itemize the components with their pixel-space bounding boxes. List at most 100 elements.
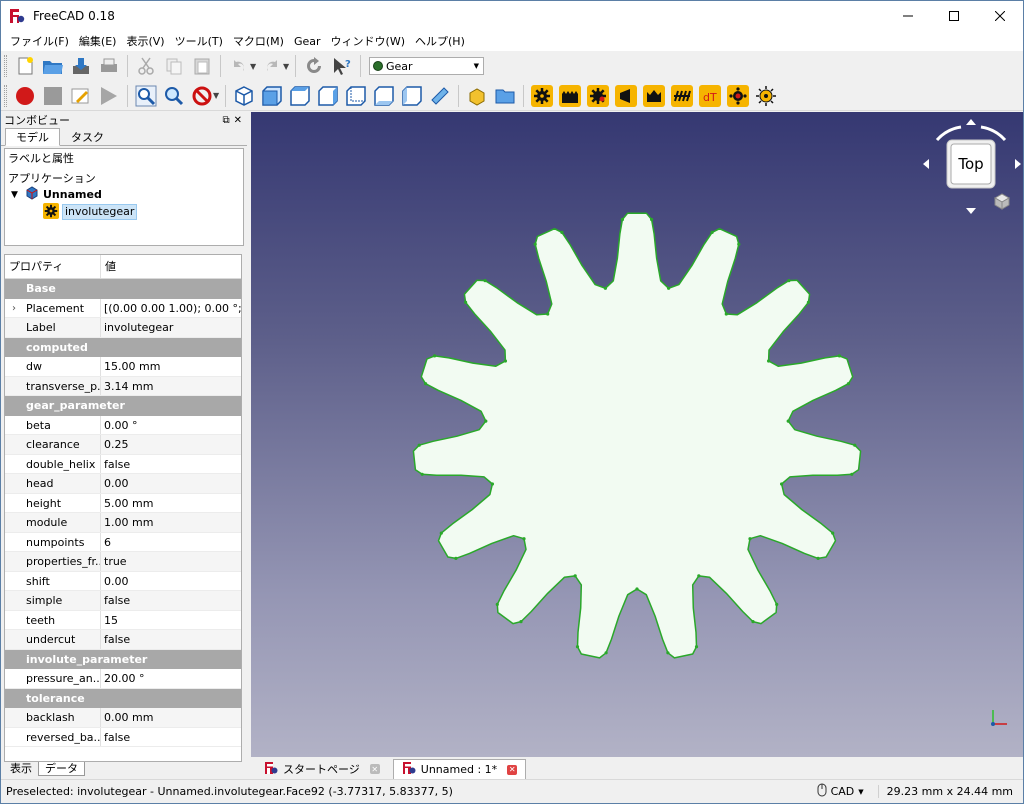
gear-vertex[interactable] bbox=[710, 230, 714, 234]
property-value[interactable]: 0.00 bbox=[101, 572, 241, 591]
gear-vertex[interactable] bbox=[484, 419, 488, 423]
property-value[interactable]: 0.00 ° bbox=[101, 416, 241, 435]
involute-gear-icon[interactable] bbox=[529, 83, 555, 109]
property-value[interactable]: 0.00 mm bbox=[101, 708, 241, 727]
fit-selection-icon[interactable] bbox=[161, 83, 187, 109]
run-macro-icon[interactable] bbox=[96, 83, 122, 109]
property-value[interactable]: 15 bbox=[101, 611, 241, 630]
menu-window[interactable]: ウィンドウ(W) bbox=[326, 33, 410, 49]
property-row[interactable]: shift 0.00 bbox=[5, 571, 241, 591]
gear-vertex[interactable] bbox=[751, 620, 755, 624]
redo-icon[interactable] bbox=[259, 53, 285, 79]
property-value[interactable]: 5.00 mm bbox=[101, 494, 241, 513]
gear-vertex[interactable] bbox=[483, 279, 487, 283]
create-group-icon[interactable] bbox=[492, 83, 518, 109]
gear-vertex[interactable] bbox=[806, 300, 811, 304]
cycloid-gear-icon[interactable] bbox=[585, 83, 611, 109]
gear-vertex[interactable] bbox=[503, 359, 507, 363]
gear-vertex[interactable] bbox=[575, 645, 580, 649]
gear-vertex[interactable] bbox=[737, 242, 741, 246]
view-right-icon[interactable] bbox=[315, 83, 341, 109]
gear-vertex[interactable] bbox=[604, 651, 608, 655]
property-row[interactable]: numpoints 6 bbox=[5, 532, 241, 552]
property-group-header[interactable]: computed bbox=[5, 337, 241, 357]
save-button[interactable] bbox=[68, 53, 94, 79]
property-value[interactable]: 3.14 mm bbox=[101, 377, 241, 396]
3d-canvas[interactable] bbox=[251, 112, 1023, 757]
menu-file[interactable]: ファイル(F) bbox=[5, 33, 74, 49]
property-value[interactable]: true bbox=[101, 552, 241, 571]
gear-vertex[interactable] bbox=[853, 443, 857, 447]
gear-vertex[interactable] bbox=[519, 620, 523, 624]
property-value[interactable]: 15.00 mm bbox=[101, 357, 241, 376]
property-row[interactable]: reversed_ba... false bbox=[5, 727, 241, 747]
rotate-left-arrow-icon[interactable] bbox=[935, 125, 962, 142]
property-value[interactable]: false bbox=[101, 591, 241, 610]
tree-object-row[interactable]: involutegear bbox=[5, 202, 243, 220]
property-value[interactable]: false bbox=[101, 630, 241, 649]
property-row[interactable]: clearance 0.25 bbox=[5, 435, 241, 455]
chevron-right-icon[interactable]: › bbox=[12, 299, 16, 319]
chevron-down-icon[interactable]: ▼ bbox=[11, 190, 25, 200]
property-row[interactable]: pressure_an... 20.00 ° bbox=[5, 669, 241, 689]
tab-unnamed[interactable]: Unnamed : 1* ✕ bbox=[392, 759, 527, 779]
draw-style-icon[interactable] bbox=[189, 83, 215, 109]
paste-icon[interactable] bbox=[189, 53, 215, 79]
menu-macro[interactable]: マクロ(M) bbox=[228, 33, 289, 49]
property-group-header[interactable]: Base bbox=[5, 279, 241, 299]
gear-vertex[interactable] bbox=[697, 574, 701, 578]
3d-view[interactable]: Top bbox=[251, 112, 1023, 757]
bevel-gear-icon[interactable] bbox=[613, 83, 639, 109]
gear-vertex[interactable] bbox=[495, 602, 499, 606]
nav-cube-face-label[interactable]: Top bbox=[951, 155, 991, 173]
arrow-right-icon[interactable] bbox=[1015, 159, 1021, 169]
view-isometric-icon[interactable] bbox=[231, 83, 257, 109]
toolbar-grip[interactable] bbox=[4, 84, 7, 107]
create-part-icon[interactable] bbox=[464, 83, 490, 109]
measure-distance-icon[interactable] bbox=[427, 83, 453, 109]
gear-vertex[interactable] bbox=[454, 556, 458, 560]
workbench-selector[interactable]: Gear ▼ bbox=[369, 57, 484, 75]
property-row[interactable]: teeth 15 bbox=[5, 610, 241, 630]
gear-vertex[interactable] bbox=[420, 472, 424, 476]
worm-gear-icon[interactable] bbox=[669, 83, 695, 109]
copy-icon[interactable] bbox=[161, 53, 187, 79]
gear-vertex[interactable] bbox=[748, 537, 752, 541]
edit-macro-icon[interactable] bbox=[68, 83, 94, 109]
gear-vertex[interactable] bbox=[464, 300, 468, 304]
menu-edit[interactable]: 編集(E) bbox=[74, 33, 122, 49]
arrow-left-icon[interactable] bbox=[923, 159, 929, 169]
gear-vertex[interactable] bbox=[424, 382, 428, 386]
gear-vertex[interactable] bbox=[560, 230, 564, 234]
gear-vertex[interactable] bbox=[816, 556, 820, 560]
lantern-gear-icon[interactable] bbox=[725, 83, 751, 109]
gear-vertex[interactable] bbox=[573, 574, 577, 578]
gear-vertex[interactable] bbox=[667, 286, 671, 290]
menu-view[interactable]: 表示(V) bbox=[121, 33, 169, 49]
undo-icon[interactable] bbox=[226, 53, 252, 79]
property-row[interactable]: properties_fr... true bbox=[5, 552, 241, 572]
property-value[interactable]: 20.00 ° bbox=[101, 669, 241, 688]
property-row[interactable]: simple false bbox=[5, 591, 241, 611]
tab-tasks[interactable]: タスク bbox=[60, 128, 115, 146]
gear-vertex[interactable] bbox=[780, 482, 784, 486]
property-value[interactable]: false bbox=[101, 728, 241, 747]
tree-document-row[interactable]: ▼ Unnamed bbox=[5, 186, 243, 203]
property-row[interactable]: Label involutegear bbox=[5, 318, 241, 338]
close-button[interactable] bbox=[977, 1, 1023, 31]
property-row[interactable]: dw 15.00 mm bbox=[5, 357, 241, 377]
view-top-icon[interactable] bbox=[287, 83, 313, 109]
gear-vertex[interactable] bbox=[846, 382, 851, 386]
toolbar-grip[interactable] bbox=[4, 55, 7, 77]
gear-vertex[interactable] bbox=[786, 419, 790, 423]
arrow-up-icon[interactable] bbox=[966, 119, 976, 125]
crown-gear-icon[interactable] bbox=[641, 83, 667, 109]
gear-vertex[interactable] bbox=[417, 443, 421, 447]
float-panel-icon[interactable]: ⧉ bbox=[222, 115, 229, 126]
navigation-cube[interactable]: Top bbox=[923, 116, 1021, 216]
gear-vertex[interactable] bbox=[775, 602, 779, 606]
property-row[interactable]: undercut false bbox=[5, 630, 241, 650]
tab-view[interactable]: 表示 bbox=[4, 762, 38, 776]
view-rear-icon[interactable] bbox=[343, 83, 369, 109]
record-macro-icon[interactable] bbox=[12, 83, 38, 109]
